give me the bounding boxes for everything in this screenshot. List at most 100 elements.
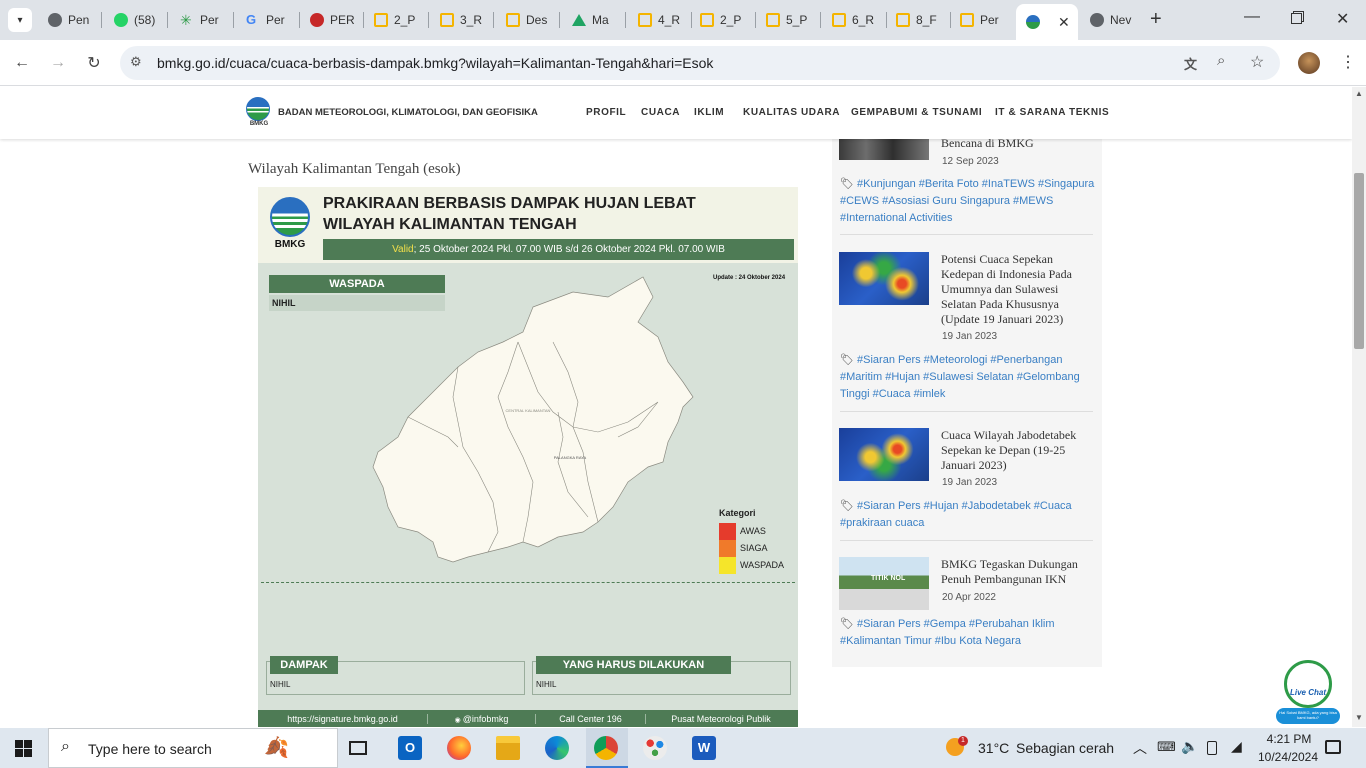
- scrollbar-thumb[interactable]: [1354, 173, 1364, 349]
- sidebar-item-title[interactable]: Cuaca Wilayah Jabodetabek Sepekan ke Dep…: [941, 428, 1086, 473]
- tab-14[interactable]: 8_F: [896, 6, 942, 34]
- windows-start-icon[interactable]: [15, 740, 32, 757]
- chrome-icon[interactable]: [594, 736, 618, 760]
- outlook-icon[interactable]: O: [398, 736, 422, 760]
- legend-title: Kategori: [719, 508, 756, 518]
- google-icon: G: [246, 12, 257, 27]
- nav-kualitas-udara[interactable]: KUALITAS UDARA: [743, 107, 840, 118]
- autumn-leaves-icon: 🍂: [264, 737, 289, 759]
- live-chat-widget[interactable]: Live Chat Hai Sobat BMKG, ada yang bisa …: [1276, 658, 1340, 724]
- sidebar-item-tags[interactable]: 🏷 #Siaran Pers #Meteorologi #Penerbangan…: [840, 352, 1090, 403]
- tab-search-button[interactable]: ▾: [8, 8, 32, 32]
- legend-awas-swatch: [719, 523, 736, 540]
- tag-icon: 🏷: [840, 354, 858, 366]
- forward-icon[interactable]: →: [46, 51, 70, 75]
- tab-10[interactable]: 4_R: [638, 6, 684, 34]
- tab-active-bmkg[interactable]: ✕: [1016, 4, 1078, 40]
- firefox-icon[interactable]: [447, 736, 471, 760]
- slides-icon: [638, 13, 652, 27]
- footer-website: https://signature.bmkg.go.id: [258, 713, 428, 724]
- tab-8[interactable]: Des: [506, 6, 552, 34]
- site-info-icon[interactable]: ⚙: [130, 54, 142, 70]
- nav-profil[interactable]: PROFIL: [586, 107, 626, 118]
- wifi-icon[interactable]: ◢: [1231, 738, 1242, 755]
- page-scrollbar[interactable]: ▲ ▼: [1352, 87, 1366, 727]
- footer-pusat: Pusat Meteorologi Publik: [671, 713, 771, 724]
- new-tab-button[interactable]: +: [1150, 8, 1162, 31]
- sidebar-item-tags[interactable]: 🏷 #Siaran Pers #Gempa #Perubahan Iklim #…: [840, 616, 1090, 650]
- notification-icon[interactable]: [1325, 740, 1341, 754]
- bmkg-logo: BMKG: [270, 197, 310, 250]
- nav-iklim[interactable]: IKLIM: [694, 107, 724, 118]
- tab-1[interactable]: Pen: [48, 6, 94, 34]
- restore-button[interactable]: [1291, 13, 1302, 24]
- divider: [840, 411, 1093, 412]
- sidebar-item-tags[interactable]: 🏷 #Siaran Pers #Hujan #Jabodetabek #Cuac…: [840, 498, 1090, 532]
- weather-desc[interactable]: Sebagian cerah: [1016, 740, 1114, 756]
- weather-temp[interactable]: 31°C: [978, 740, 1009, 756]
- reload-icon[interactable]: ↻: [82, 51, 106, 75]
- battery-icon[interactable]: [1207, 741, 1217, 755]
- paint-icon[interactable]: [643, 736, 667, 760]
- translate-icon[interactable]: 文: [1184, 54, 1197, 73]
- tab-4[interactable]: G Per: [246, 6, 292, 34]
- tag-icon: 🏷: [840, 178, 858, 190]
- globe-icon: [48, 13, 62, 27]
- close-window-button[interactable]: ✕: [1336, 9, 1349, 29]
- tab-13[interactable]: 6_R: [832, 6, 878, 34]
- back-icon[interactable]: ←: [10, 51, 34, 75]
- minimize-button[interactable]: —: [1244, 8, 1260, 26]
- footer-callcenter: Call Center 196: [536, 713, 646, 724]
- tab-5[interactable]: PER: [310, 6, 356, 34]
- edge-icon[interactable]: [545, 736, 569, 760]
- profile-avatar[interactable]: [1298, 52, 1320, 74]
- zoom-icon[interactable]: ⌕: [1217, 52, 1225, 69]
- sidebar-item-date: 19 Jan 2023: [942, 331, 998, 342]
- tab-9[interactable]: Ma: [572, 6, 618, 34]
- clock-time[interactable]: 4:21 PM: [1259, 732, 1319, 746]
- tray-chevron-icon[interactable]: ︿: [1133, 738, 1147, 758]
- word-icon[interactable]: W: [692, 736, 716, 760]
- tab-3[interactable]: ✳ Per: [180, 6, 226, 34]
- tab-12[interactable]: 5_P: [766, 6, 812, 34]
- scroll-down-arrow[interactable]: ▼: [1355, 713, 1363, 722]
- leaf-icon: ✳: [180, 12, 192, 28]
- tab-15[interactable]: Per: [960, 6, 1006, 34]
- scroll-up-arrow[interactable]: ▲: [1355, 89, 1363, 98]
- nav-gempabumi-tsunami[interactable]: GEMPABUMI & TSUNAMI: [851, 107, 982, 118]
- sidebar-item-date: 19 Jan 2023: [942, 477, 998, 488]
- tab-17[interactable]: Nev: [1090, 6, 1136, 34]
- close-tab-icon[interactable]: ✕: [1058, 14, 1070, 31]
- chat-mascot-icon: [1284, 660, 1332, 708]
- sidebar-item-tags[interactable]: 🏷 #Kunjungan #Berita Foto #InaTEWS #Sing…: [840, 176, 1095, 227]
- task-view-icon[interactable]: [349, 741, 367, 755]
- tab-7[interactable]: 3_R: [440, 6, 486, 34]
- nav-it-sarana-teknis[interactable]: IT & SARANA TEKNIS: [995, 107, 1109, 118]
- nav-cuaca[interactable]: CUACA: [641, 107, 680, 118]
- tab-6[interactable]: 2_P: [374, 6, 420, 34]
- volume-icon[interactable]: 🔈: [1181, 738, 1198, 755]
- keyboard-icon[interactable]: ⌨: [1157, 739, 1176, 755]
- logo-text: BMKG: [274, 239, 306, 250]
- clock-date[interactable]: 10/24/2024: [1252, 750, 1324, 764]
- bmkg-logo[interactable]: BMKG: [246, 97, 272, 129]
- sidebar-item-title[interactable]: Potensi Cuaca Sepekan Kedepan di Indones…: [941, 252, 1086, 327]
- menu-icon[interactable]: ⋮: [1340, 52, 1356, 72]
- sidebar-thumb-3[interactable]: [839, 428, 929, 481]
- tab-11[interactable]: 2_P: [700, 6, 746, 34]
- url-text[interactable]: bmkg.go.id/cuaca/cuaca-berbasis-dampak.b…: [157, 55, 713, 71]
- bookmark-star-icon[interactable]: ☆: [1250, 52, 1264, 72]
- globe-icon: [1090, 13, 1104, 27]
- sidebar-thumb-4[interactable]: TITIK NOL: [839, 557, 929, 610]
- legend-awas-label: AWAS: [740, 526, 766, 536]
- tab-2[interactable]: (58): [114, 6, 160, 34]
- taskbar-search-box[interactable]: ⌕ Type here to search 🍂: [48, 728, 338, 768]
- sidebar-item-title[interactable]: BMKG Tegaskan Dukungan Penuh Pembangunan…: [941, 557, 1086, 587]
- address-bar[interactable]: ⚙ bmkg.go.id/cuaca/cuaca-berbasis-dampak…: [120, 46, 1280, 80]
- org-name[interactable]: BADAN METEOROLOGI, KLIMATOLOGI, DAN GEOF…: [278, 107, 538, 118]
- file-explorer-icon[interactable]: [496, 736, 520, 760]
- dashed-divider: [261, 582, 795, 583]
- sidebar-thumb-2[interactable]: [839, 252, 929, 305]
- chat-bubble: Hai Sobat BMKG, ada yang bisa kami bantu…: [1276, 708, 1340, 724]
- slides-icon: [766, 13, 780, 27]
